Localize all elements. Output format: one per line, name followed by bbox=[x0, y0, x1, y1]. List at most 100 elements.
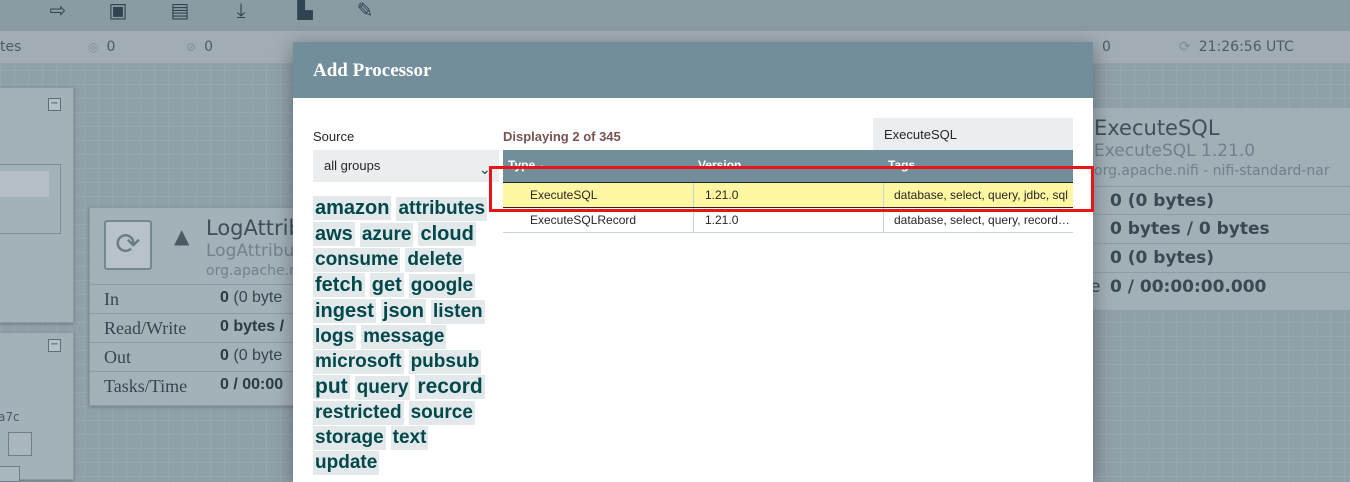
tag-listen[interactable]: listen bbox=[431, 300, 485, 324]
status-refresh[interactable]: ⟳ 21:26:56 UTC bbox=[1179, 39, 1294, 55]
canvas-id-fragment: a7c bbox=[0, 410, 20, 424]
canvas-group-panel-2[interactable]: − bbox=[0, 332, 74, 480]
tag-get[interactable]: get bbox=[369, 273, 404, 297]
canvas-processor-logattribute[interactable]: ⟳ ▲ LogAttribi LogAttribut org.apache.n … bbox=[89, 207, 308, 406]
tag-consume[interactable]: consume bbox=[313, 248, 401, 272]
stat-value-unit: (0 byte bbox=[233, 347, 283, 364]
tag-logs[interactable]: logs bbox=[313, 325, 357, 349]
processor-name: ExecuteSQL bbox=[1094, 116, 1220, 140]
cell-version: 1.21.0 bbox=[693, 183, 883, 207]
stat-row-out: Out 0 (0 byte bbox=[90, 342, 300, 372]
processor-type: ExecuteSQL 1.21.0 bbox=[1094, 141, 1256, 161]
stat-value: 0 / 00:00:00.000 bbox=[1110, 277, 1267, 297]
source-select[interactable]: all groups ⌄ bbox=[313, 150, 499, 182]
tag-message[interactable]: message bbox=[361, 325, 447, 349]
canvas-mini-box-2 bbox=[0, 466, 20, 482]
tag-pubsub[interactable]: pubsub bbox=[408, 350, 482, 374]
tag-attributes[interactable]: attributes bbox=[396, 197, 488, 221]
cell-type: ExecuteSQL bbox=[530, 188, 598, 202]
cell-tags: database, select, query, record, jdbc, s… bbox=[883, 208, 1073, 232]
status-stat-1-value: 0 bbox=[106, 39, 116, 55]
stat-row-tasks: Tasks/Time 0 / 00:00 bbox=[90, 371, 300, 401]
stat-label: In bbox=[104, 289, 119, 309]
stat-value: 0 (0 bytes) bbox=[1110, 248, 1215, 268]
column-header-type-label: Type bbox=[508, 158, 536, 172]
funnel-icon[interactable]: ⤓ bbox=[224, 0, 258, 20]
tag-aws[interactable]: aws bbox=[313, 222, 355, 246]
stat-row-in: In 0 (0 byte bbox=[90, 284, 300, 314]
stat-row-tasks: e0 / 00:00:00.000 bbox=[1082, 272, 1350, 302]
stat-value: 0 (0 byte bbox=[220, 289, 282, 307]
status-left-text: tes bbox=[0, 39, 22, 55]
tag-query[interactable]: query bbox=[354, 376, 411, 400]
cell-type: ExecuteSQLRecord bbox=[530, 213, 637, 227]
process-group-icon[interactable]: ▤ bbox=[163, 0, 197, 20]
tag-azure[interactable]: azure bbox=[359, 223, 414, 247]
stat-value-unit: (0 byte bbox=[233, 289, 283, 306]
status-stat-3: 0 bbox=[1102, 39, 1111, 55]
refresh-time: 21:26:56 UTC bbox=[1198, 39, 1294, 55]
stat-value-number: 0 bbox=[220, 347, 229, 364]
stat-label: Tasks/Time bbox=[104, 376, 188, 396]
status-stat-2-value: 0 bbox=[204, 39, 213, 55]
tag-ingest[interactable]: ingest bbox=[313, 299, 376, 323]
table-row[interactable]: ExecuteSQL 1.21.0 database, select, quer… bbox=[503, 182, 1073, 208]
source-label: Source bbox=[313, 129, 355, 144]
canvas-mini-box bbox=[8, 432, 32, 456]
processor-icon: ⟳ bbox=[104, 220, 152, 270]
tag-json[interactable]: json bbox=[380, 299, 427, 323]
table-row[interactable]: ExecuteSQLRecord 1.21.0 database, select… bbox=[503, 208, 1073, 233]
stopped-icon: ◎ bbox=[88, 40, 99, 54]
column-header-type[interactable]: Type ▲ bbox=[508, 158, 545, 172]
tag-cloud[interactable]: cloud bbox=[418, 222, 476, 246]
chevron-down-icon[interactable]: ⌄ bbox=[479, 161, 491, 178]
processor-filter-input[interactable] bbox=[873, 118, 1073, 150]
dialog-title: Add Processor bbox=[313, 60, 432, 81]
collapse-icon[interactable]: − bbox=[48, 98, 61, 111]
canvas-group-panel[interactable]: − bbox=[0, 87, 74, 323]
source-select-value: all groups bbox=[324, 158, 381, 173]
stat-row-out: 0 (0 bytes) bbox=[1082, 243, 1350, 273]
dialog-header: Add Processor bbox=[293, 42, 1093, 98]
tag-source[interactable]: source bbox=[408, 401, 475, 425]
sort-asc-icon: ▲ bbox=[538, 164, 546, 171]
label-icon[interactable]: ✎ bbox=[348, 0, 382, 20]
add-processor-dialog: Add Processor Source all groups ⌄ amazon… bbox=[293, 42, 1093, 482]
processor-type-table: Type ▲ Version Tags ExecuteSQL 1.21.0 da… bbox=[503, 150, 1073, 233]
stat-value: 0 / 00:00 bbox=[220, 376, 283, 394]
stat-row-readwrite: 0 bytes / 0 bytes bbox=[1082, 214, 1350, 244]
disabled-icon: ⊘ bbox=[186, 40, 197, 54]
tag-update[interactable]: update bbox=[313, 451, 380, 475]
tag-text[interactable]: text bbox=[390, 426, 429, 450]
column-header-version[interactable]: Version bbox=[698, 158, 741, 172]
stat-value: 0 bytes / bbox=[220, 318, 284, 336]
canvas-group-inner-bar bbox=[0, 171, 49, 197]
warning-icon[interactable]: ▲ bbox=[174, 224, 189, 248]
tag-storage[interactable]: storage bbox=[313, 426, 386, 450]
tag-google[interactable]: google bbox=[408, 274, 476, 298]
stat-value-number: 0 / 00:00 bbox=[220, 376, 284, 393]
tag-fetch[interactable]: fetch bbox=[313, 273, 365, 297]
tag-put[interactable]: put bbox=[313, 375, 350, 399]
status-stat-2: ⊘ 0 bbox=[186, 39, 213, 55]
input-port-icon[interactable]: ⇨ bbox=[41, 0, 75, 20]
tag-restricted[interactable]: restricted bbox=[313, 401, 404, 425]
tag-record[interactable]: record bbox=[415, 375, 485, 399]
output-port-icon[interactable]: ▣ bbox=[101, 0, 135, 20]
stat-value-number: 0 bbox=[220, 289, 229, 306]
column-header-tags[interactable]: Tags bbox=[888, 158, 915, 172]
tag-amazon[interactable]: amazon bbox=[313, 196, 392, 220]
stat-label: Read/Write bbox=[104, 318, 187, 338]
tag-microsoft[interactable]: microsoft bbox=[313, 350, 404, 374]
status-stat-1: ◎ 0 bbox=[88, 39, 115, 55]
processor-bundle: org.apache.nifi - nifi-standard-nar bbox=[1094, 163, 1330, 179]
displaying-count: Displaying 2 of 345 bbox=[503, 129, 621, 144]
template-icon[interactable]: ▙ bbox=[288, 0, 322, 20]
refresh-icon[interactable]: ⟳ bbox=[1179, 39, 1191, 55]
tag-delete[interactable]: delete bbox=[405, 248, 465, 272]
tag-cloud: amazon attributes aws azure cloud consume dele… bbox=[313, 196, 498, 476]
stat-label: Out bbox=[104, 347, 131, 367]
canvas-processor-executesql[interactable]: ExecuteSQL ExecuteSQL 1.21.0 org.apache.… bbox=[1082, 108, 1350, 310]
collapse-icon-2[interactable]: − bbox=[48, 339, 61, 352]
canvas-group-inner bbox=[0, 164, 61, 234]
